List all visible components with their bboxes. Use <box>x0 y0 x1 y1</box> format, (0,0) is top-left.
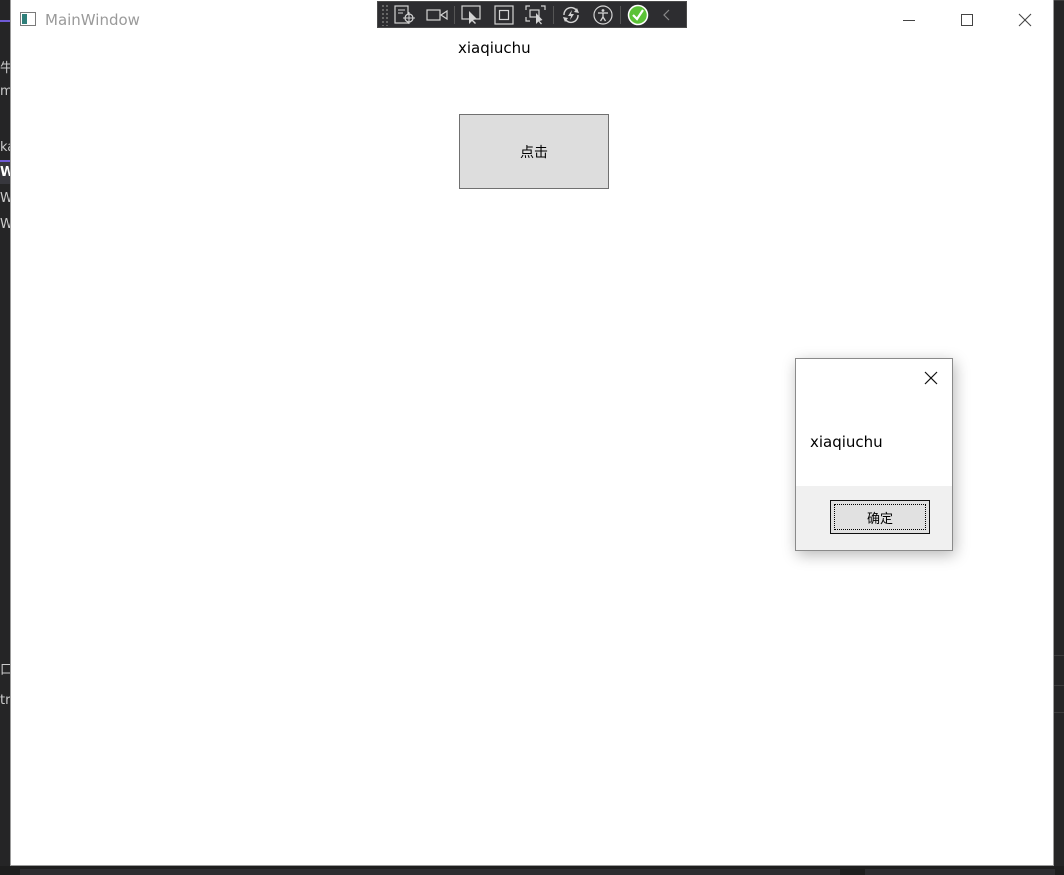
live-visual-tree-icon <box>394 4 415 24</box>
ide-bottom-strip <box>0 866 1064 875</box>
collapse-toolbar-icon <box>663 9 670 20</box>
app-window-icon <box>20 12 36 26</box>
select-element-icon <box>461 4 481 24</box>
close-icon <box>924 371 938 385</box>
minimize-icon <box>903 20 915 21</box>
minimize-button[interactable] <box>880 0 938 40</box>
maximize-button[interactable] <box>938 0 996 40</box>
display-layout-adorners-icon <box>494 4 514 25</box>
display-layout-adorners-button[interactable] <box>488 1 520 28</box>
dialog-message: xiaqiuchu <box>810 433 883 451</box>
toolbar-separator <box>620 5 621 24</box>
toolbar-grip[interactable] <box>381 3 389 26</box>
dialog-footer: 确定 <box>796 486 952 550</box>
close-button[interactable] <box>996 0 1054 40</box>
close-icon <box>1018 13 1032 27</box>
debug-toolbar <box>377 1 687 28</box>
dialog-close-button[interactable] <box>920 367 942 389</box>
track-focus-icon <box>525 4 546 24</box>
record-button[interactable] <box>421 1 453 28</box>
toolbar-separator <box>553 5 554 24</box>
maximize-icon <box>961 14 973 26</box>
accessibility-icon <box>593 4 613 25</box>
click-button[interactable]: 点击 <box>459 114 609 189</box>
ok-button[interactable]: 确定 <box>830 500 930 534</box>
ide-right-panel <box>1054 0 1064 875</box>
window-title: MainWindow <box>45 11 140 29</box>
live-visual-tree-button[interactable] <box>389 1 421 28</box>
main-label: xiaqiuchu <box>458 39 531 57</box>
accessibility-button[interactable] <box>587 1 619 28</box>
collapse-toolbar-button[interactable] <box>654 1 680 28</box>
hot-reload-icon <box>563 6 579 23</box>
toolbar-separator <box>454 5 455 24</box>
binding-check-icon <box>627 4 649 25</box>
binding-check-button[interactable] <box>622 1 654 28</box>
record-icon <box>426 8 448 21</box>
track-focus-button[interactable] <box>520 1 552 28</box>
message-box-dialog: xiaqiuchu 确定 <box>795 358 953 551</box>
hot-reload-button[interactable] <box>555 1 587 28</box>
select-element-button[interactable] <box>456 1 488 28</box>
